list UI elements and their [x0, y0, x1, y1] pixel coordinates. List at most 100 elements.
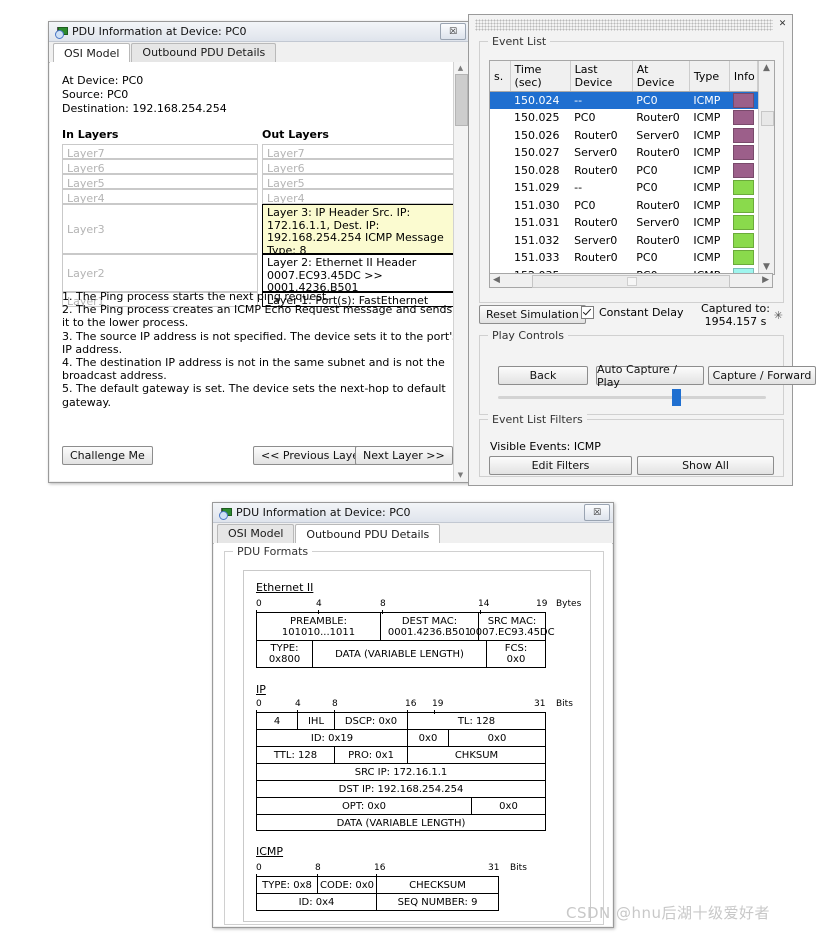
table-row[interactable]: 151.029 -- PC0 ICMP: [490, 179, 758, 197]
event-list-filters-group-label: Event List Filters: [488, 413, 587, 426]
tab-outbound-pdu-details[interactable]: Outbound PDU Details: [131, 43, 277, 62]
ethernet-field-src-mac: SRC MAC: 0007.EC93.45DC: [469, 613, 554, 640]
column-header-num[interactable]: s.: [490, 61, 511, 92]
table-row[interactable]: 150.024 -- PC0 ICMP: [490, 91, 758, 109]
column-header-time[interactable]: Time (sec): [510, 61, 571, 92]
captured-to-label: Captured to:: [701, 302, 770, 315]
play-controls-group-label: Play Controls: [488, 329, 568, 342]
scroll-up-icon[interactable]: ▲: [456, 64, 465, 72]
out-layer-6[interactable]: Layer6: [262, 159, 458, 174]
in-layer-7[interactable]: Layer7: [62, 144, 258, 159]
out-layer-2[interactable]: Layer 2: Ethernet II Header 0007.EC93.45…: [262, 254, 458, 292]
osi-window-tabstrip[interactable]: OSI Model Outbound PDU Details: [49, 42, 469, 63]
cell-last-device: Server0: [574, 233, 618, 247]
table-row[interactable]: 150.027 Server0 Router0 ICMP: [490, 144, 758, 162]
pdu-window-tabstrip[interactable]: OSI Model Outbound PDU Details: [213, 523, 613, 544]
tab-outbound-pdu-details[interactable]: Outbound PDU Details: [295, 524, 441, 544]
cell-last-device: --: [570, 91, 633, 109]
cell-last-device: Router0: [574, 216, 618, 230]
event-scroll-down-icon[interactable]: ▼: [762, 262, 771, 272]
tab-osi-model[interactable]: OSI Model: [217, 524, 295, 543]
play-speed-slider-thumb[interactable]: [672, 389, 681, 406]
in-layer-5[interactable]: Layer5: [62, 174, 258, 189]
cell-num: [490, 91, 511, 109]
field-value: 0001.4236.B501: [387, 626, 472, 638]
column-header-info[interactable]: Info: [729, 61, 759, 92]
pdu-window-titlebar[interactable]: PDU Information at Device: PC0 ☒: [213, 503, 613, 523]
cell-last-device: PC0: [574, 198, 596, 212]
auto-capture-play-button[interactable]: Auto Capture / Play: [596, 363, 704, 389]
back-button[interactable]: Back: [498, 366, 588, 385]
play-controls-group: Play Controls Back Auto Capture / Play C…: [479, 329, 816, 415]
cell-time: 151.030: [514, 198, 560, 212]
osi-window-vertical-scrollbar[interactable]: ▲ ▼: [453, 62, 468, 481]
event-hscroll-thumb[interactable]: [532, 275, 730, 288]
edit-filters-button[interactable]: Edit Filters: [489, 456, 632, 475]
column-header-type[interactable]: Type: [689, 61, 730, 92]
pdu-window-close-button[interactable]: ☒: [584, 504, 610, 521]
ethernet-ruler: 0 4 8 14 19: [256, 599, 547, 614]
in-layer-3[interactable]: Layer3: [62, 204, 258, 254]
ip-field-protocol: PRO: 0x1: [335, 747, 408, 763]
ip-protocol-label: IP: [256, 683, 266, 696]
event-list-vertical-scrollbar[interactable]: ▲ ▼: [758, 61, 774, 274]
cell-info: [729, 197, 757, 215]
ip-ruler: 0 4 8 16 19 31: [256, 699, 546, 714]
in-layer-4[interactable]: Layer4: [62, 189, 258, 204]
capture-forward-button[interactable]: Capture / Forward: [708, 366, 816, 385]
cell-at-device: Router0: [636, 198, 680, 212]
scroll-thumb[interactable]: [455, 74, 468, 126]
play-speed-slider-track[interactable]: [498, 396, 766, 399]
event-scroll-left-icon[interactable]: ◀: [493, 275, 500, 285]
column-header-at-device[interactable]: At Device: [632, 61, 690, 92]
info-color-swatch: [733, 180, 755, 196]
panel-drag-handle[interactable]: [475, 19, 773, 31]
ip-field-data: DATA (VARIABLE LENGTH): [336, 817, 466, 829]
osi-window-close-button[interactable]: ☒: [440, 23, 466, 40]
ethernet-field-type: TYPE: 0x800: [257, 641, 313, 667]
table-row[interactable]: 151.030 PC0 Router0 ICMP: [490, 197, 758, 215]
table-row[interactable]: 150.025 PC0 Router0 ICMP: [490, 109, 758, 127]
out-layer-3[interactable]: Layer 3: IP Header Src. IP: 172.16.1.1, …: [262, 204, 458, 254]
pdu-information-details-window[interactable]: PDU Information at Device: PC0 ☒ OSI Mod…: [212, 502, 614, 928]
reset-simulation-button[interactable]: Reset Simulation: [479, 305, 586, 324]
packet-tracer-icon: [219, 507, 232, 520]
out-layer-7[interactable]: Layer7: [262, 144, 458, 159]
out-layer-4[interactable]: Layer4: [262, 189, 458, 204]
event-scroll-up-icon[interactable]: ▲: [762, 63, 771, 73]
icmp-field-checksum: CHECKSUM: [409, 879, 466, 891]
table-row[interactable]: 151.031 Router0 Server0 ICMP: [490, 214, 758, 232]
in-layer-2[interactable]: Layer2: [62, 254, 258, 292]
constant-delay-checkbox[interactable]: Constant Delay: [581, 306, 684, 319]
osi-window-button-bar: Challenge Me << Previous Layer Next Laye…: [50, 437, 468, 481]
checkbox-icon[interactable]: [581, 306, 594, 319]
ip-field-ttl: TTL: 128: [257, 747, 335, 763]
event-list-horizontal-scrollbar[interactable]: ◀ ▶: [489, 273, 773, 288]
in-layer-6[interactable]: Layer6: [62, 159, 258, 174]
table-row[interactable]: 150.026 Router0 Server0 ICMP: [490, 127, 758, 145]
show-all-button[interactable]: Show All: [637, 456, 774, 475]
out-layer-5[interactable]: Layer5: [262, 174, 458, 189]
osi-window-titlebar[interactable]: PDU Information at Device: PC0 ☒: [49, 22, 469, 42]
ruler-tick-label: 19: [432, 699, 444, 709]
event-scroll-right-icon[interactable]: ▶: [762, 275, 769, 285]
cell-time: 150.024: [510, 91, 571, 109]
event-scroll-thumb[interactable]: [761, 111, 774, 126]
scroll-down-icon[interactable]: ▼: [456, 471, 465, 479]
cell-type: ICMP: [693, 216, 721, 230]
challenge-me-button[interactable]: Challenge Me: [62, 446, 153, 465]
table-row[interactable]: 150.028 Router0 PC0 ICMP: [490, 162, 758, 180]
column-header-last-device[interactable]: Last Device: [570, 61, 633, 92]
cell-info: [729, 91, 758, 109]
tab-osi-model[interactable]: OSI Model: [53, 43, 131, 63]
next-layer-button[interactable]: Next Layer >>: [355, 446, 453, 465]
table-row[interactable]: 151.032 Server0 Router0 ICMP: [490, 232, 758, 250]
ruler-tick-label: 31: [488, 863, 500, 873]
event-list-table-container[interactable]: s. Time (sec) Last Device At Device Type…: [489, 60, 775, 275]
previous-layer-button[interactable]: << Previous Layer: [253, 446, 372, 465]
constant-delay-label: Constant Delay: [599, 306, 684, 319]
table-row[interactable]: 151.033 Router0 PC0 ICMP: [490, 249, 758, 267]
simulation-panel-close-icon[interactable]: ✕: [777, 19, 788, 30]
pdu-information-osi-window[interactable]: PDU Information at Device: PC0 ☒ OSI Mod…: [48, 21, 470, 483]
simulation-panel[interactable]: ✕ Event List s. Time (sec) Last Device A…: [468, 14, 816, 486]
